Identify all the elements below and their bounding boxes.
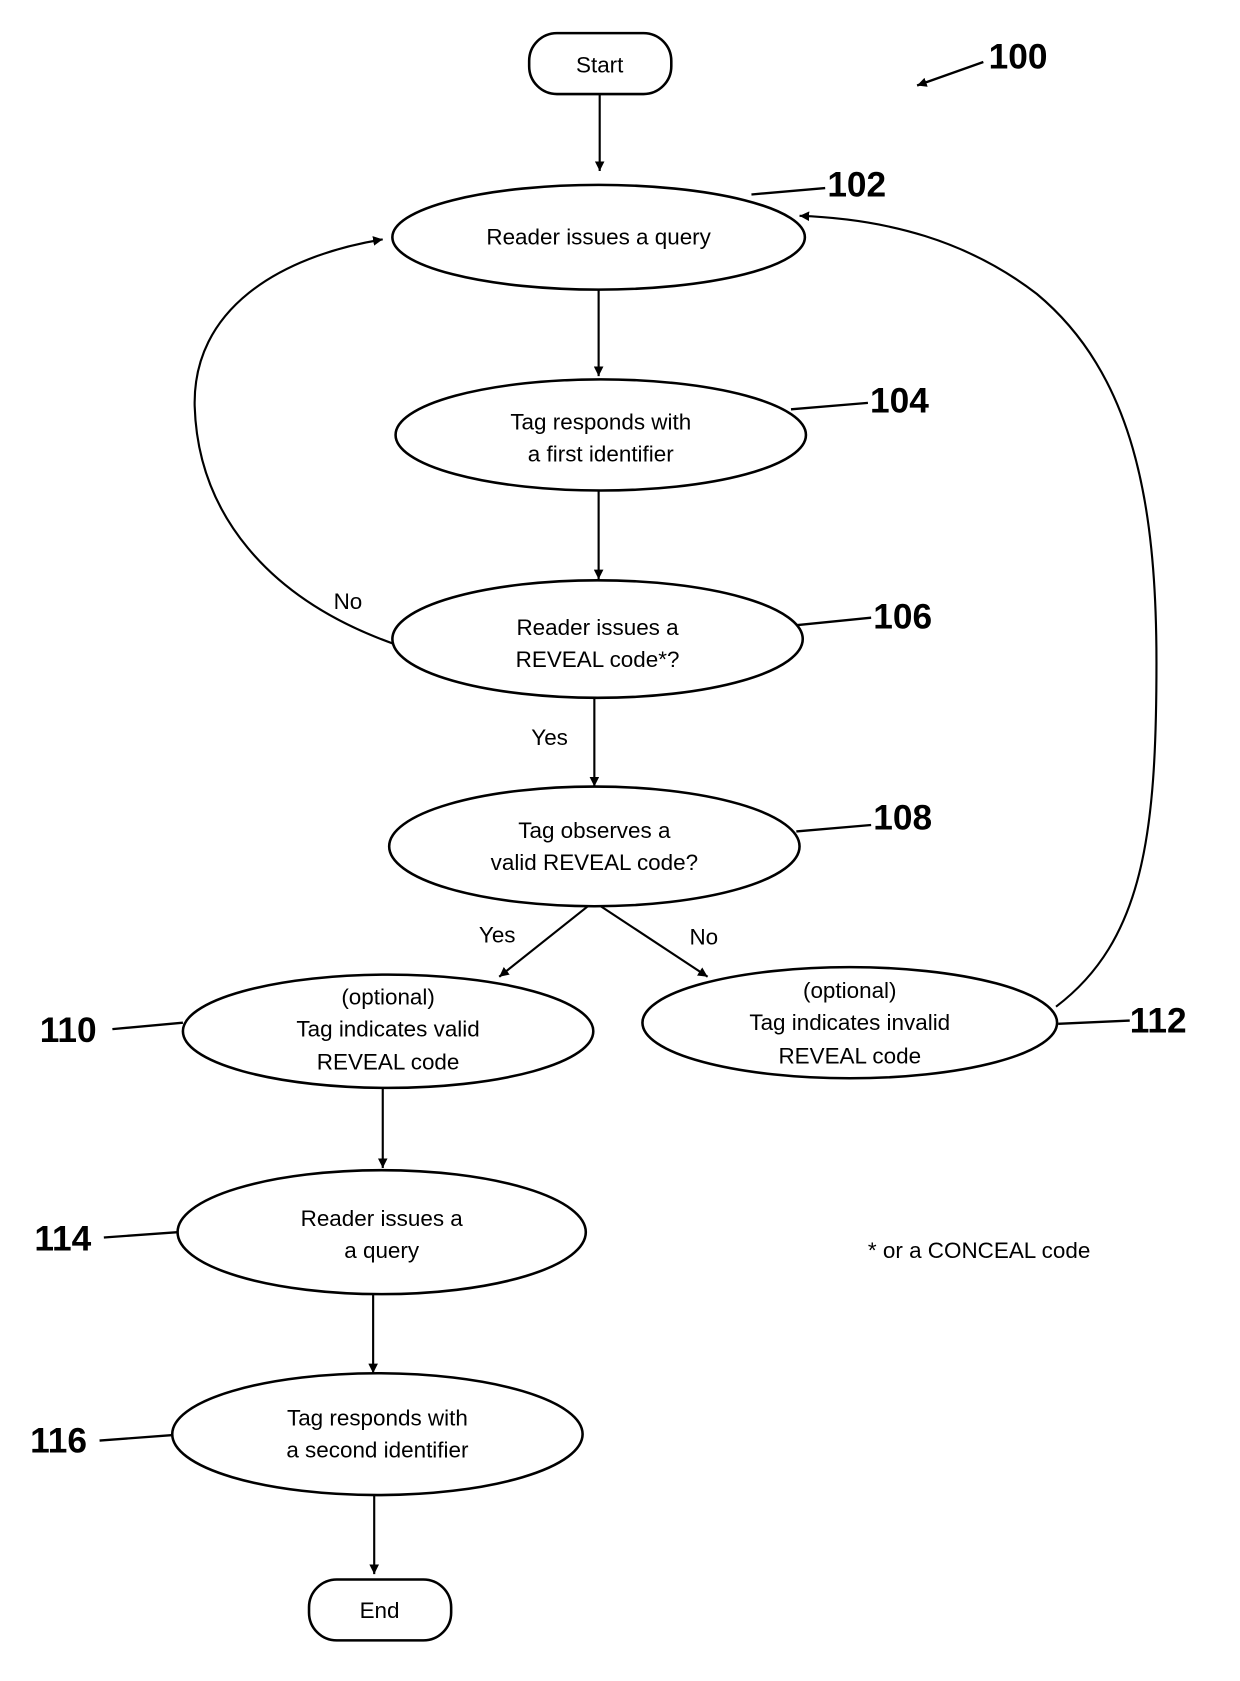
ref-label-110: 110 (40, 1011, 97, 1050)
figure-reference: 100 (916, 37, 1048, 87)
node-102-line-1: Reader issues a query (486, 225, 711, 250)
node-114-line-2: a query (344, 1238, 420, 1263)
node-108-line-2: valid REVEAL code? (491, 850, 698, 875)
ref-leader-102 (751, 186, 826, 196)
node-106-line-2: REVEAL code*? (516, 647, 680, 672)
ref-leader-112 (1058, 1019, 1130, 1025)
node-end: End (307, 1578, 453, 1642)
figure-reference-arrow (916, 60, 984, 87)
ref-label-108: 108 (873, 798, 932, 837)
ref-leader-114 (103, 1230, 178, 1239)
ref-label-116: 116 (30, 1421, 87, 1460)
node-112-line-2: Tag indicates invalid (749, 1010, 950, 1035)
flowchart-100: 100 Start Reader issues a query 102 Tag … (30, 31, 1187, 1642)
node-112: (optional) Tag indicates invalid REVEAL … (641, 965, 1187, 1080)
ref-leader-106 (796, 616, 872, 627)
node-110-line-2: Tag indicates valid (296, 1017, 479, 1042)
decision-ellipse-108 (387, 785, 801, 908)
start-label: Start (576, 53, 624, 78)
ref-label-106: 106 (873, 597, 932, 636)
footnote-conceal: * or a CONCEAL code (868, 1238, 1090, 1263)
node-102: Reader issues a query 102 (391, 166, 886, 291)
node-108: Tag observes a valid REVEAL code? 108 (387, 785, 932, 908)
edge-label-108-no: No (689, 925, 718, 950)
edge-112-to-102 (799, 211, 1158, 1008)
node-116-line-1: Tag responds with (287, 1406, 468, 1431)
node-110-line-1: (optional) (341, 985, 435, 1010)
edge-label-106-no: No (334, 589, 363, 614)
node-104-line-2: a first identifier (528, 442, 674, 467)
process-ellipse-116 (170, 1371, 584, 1497)
node-106-line-1: Reader issues a (516, 615, 679, 640)
ref-label-114: 114 (34, 1219, 91, 1258)
edge-label-106-yes: Yes (531, 725, 568, 750)
node-104: Tag responds with a first identifier 104 (394, 378, 929, 492)
node-108-line-1: Tag observes a (518, 818, 671, 843)
ref-leader-108 (796, 823, 872, 833)
ref-leader-116 (99, 1434, 172, 1442)
end-label: End (360, 1598, 400, 1623)
node-104-line-1: Tag responds with (510, 410, 691, 435)
node-start: Start (527, 31, 673, 96)
node-112-line-1: (optional) (803, 978, 897, 1003)
ref-label-112: 112 (1130, 1001, 1187, 1040)
node-116-line-2: a second identifier (286, 1438, 469, 1463)
node-114-line-1: Reader issues a (301, 1206, 464, 1231)
ref-label-104: 104 (870, 382, 929, 421)
edge-106-no-to-102 (193, 236, 393, 645)
node-110-line-3: REVEAL code (317, 1050, 460, 1075)
node-110: (optional) Tag indicates valid REVEAL co… (40, 973, 595, 1090)
process-ellipse-114 (176, 1168, 588, 1296)
node-106: Reader issues a REVEAL code*? 106 (391, 578, 932, 700)
ref-leader-110 (112, 1021, 184, 1031)
edge-label-108-yes: Yes (479, 923, 516, 948)
process-ellipse-104 (394, 378, 808, 492)
ref-leader-104 (790, 401, 869, 411)
node-114: Reader issues a a query 114 (34, 1168, 588, 1296)
figure-reference-label: 100 (989, 37, 1048, 76)
node-116: Tag responds with a second identifier 11… (30, 1371, 584, 1497)
ref-label-102: 102 (827, 166, 886, 205)
node-112-line-3: REVEAL code (778, 1043, 921, 1068)
